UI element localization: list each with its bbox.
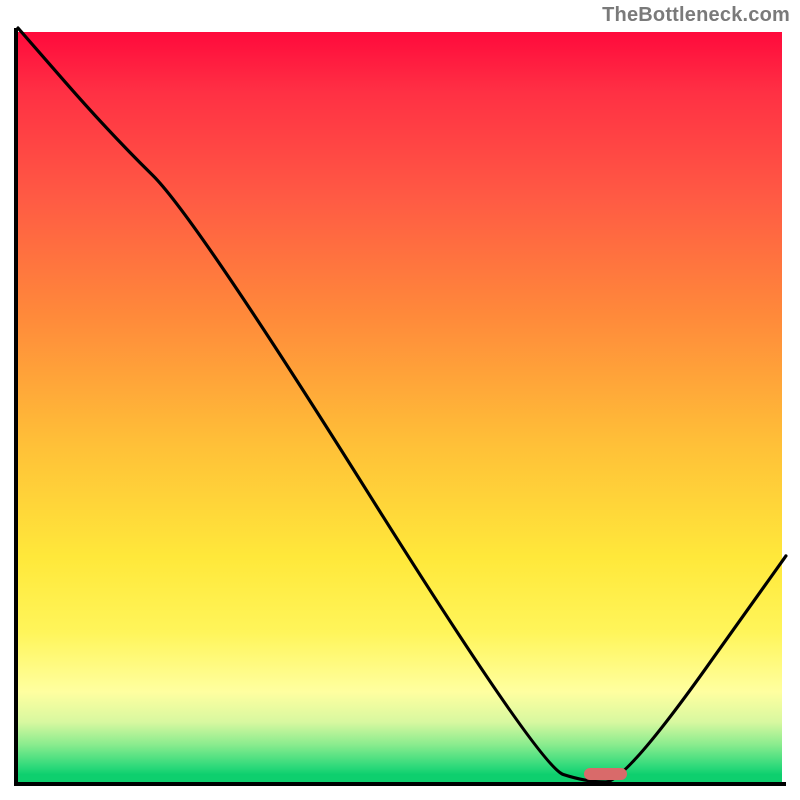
plot-area — [14, 28, 786, 786]
optimal-marker — [584, 768, 626, 780]
attribution-text: TheBottleneck.com — [602, 4, 790, 27]
chart-wrapper: TheBottleneck.com — [0, 0, 800, 800]
bottleneck-curve-path — [18, 28, 786, 782]
curve-svg — [14, 28, 786, 786]
